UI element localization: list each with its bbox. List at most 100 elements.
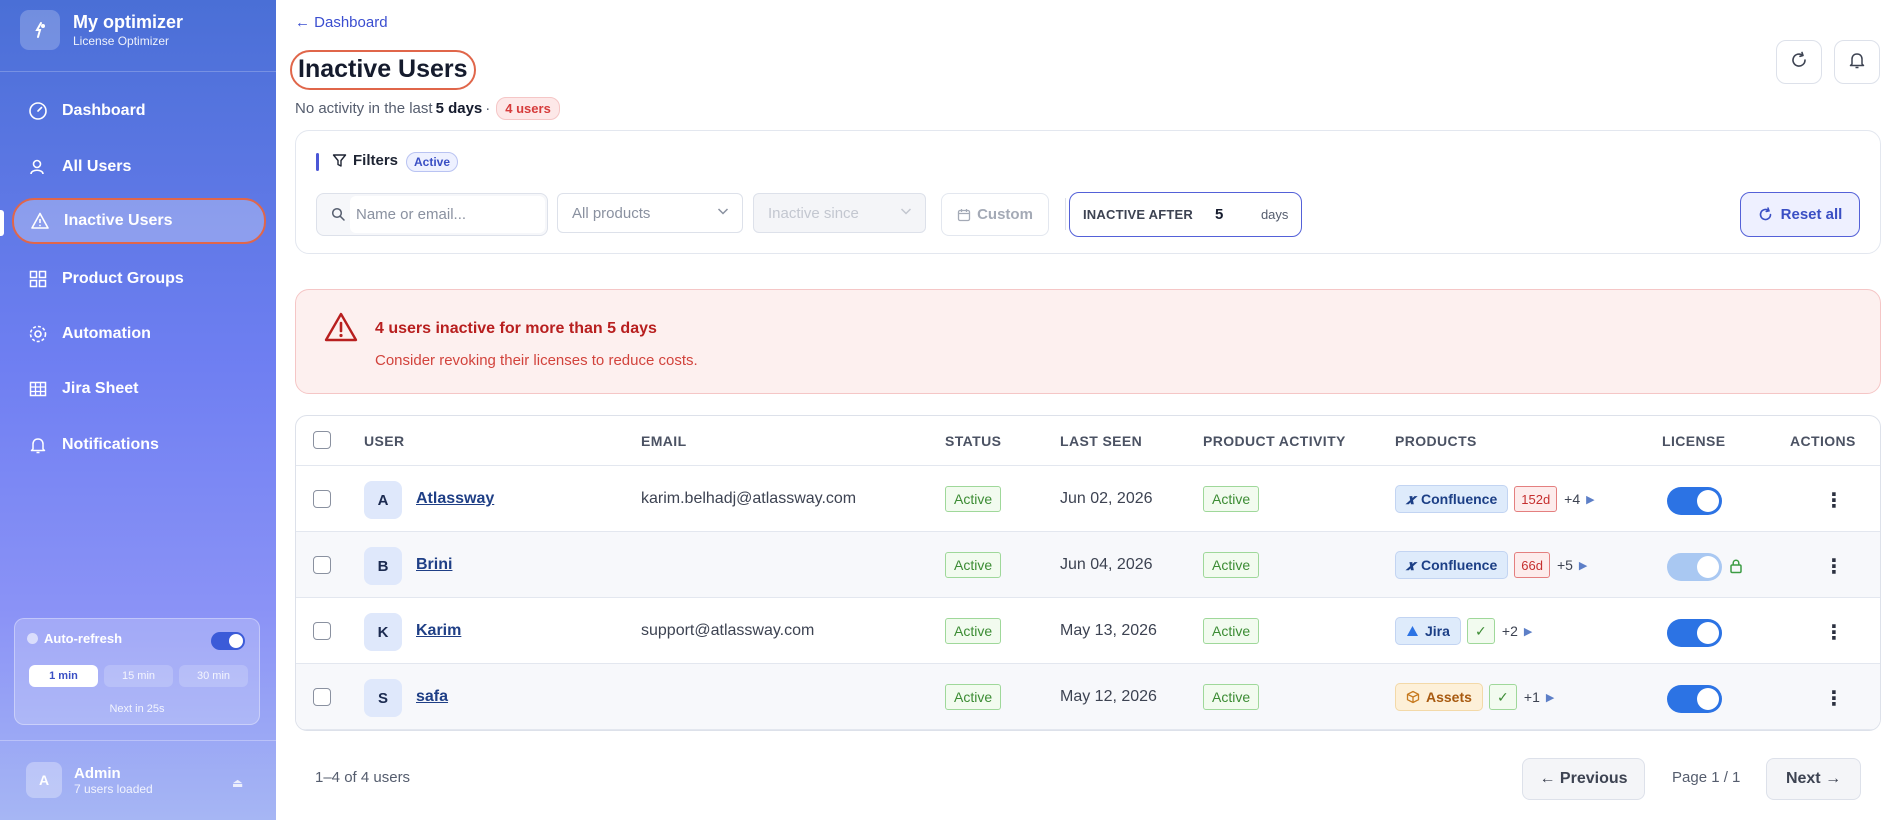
brand[interactable]: My optimizer License Optimizer: [20, 10, 183, 50]
admin-profile[interactable]: A Admin 7 users loaded: [26, 762, 153, 798]
user-name-link[interactable]: Karim: [416, 622, 461, 640]
row-checkbox[interactable]: [313, 490, 331, 508]
previous-page-button[interactable]: ← Previous: [1522, 758, 1645, 800]
sidebar-item-product-groups[interactable]: Product Groups: [12, 256, 266, 302]
page-info: Page 1 / 1: [1672, 769, 1741, 786]
interval-30min-button[interactable]: 30 min: [179, 665, 248, 687]
eject-icon[interactable]: ⏏: [232, 776, 243, 790]
sidebar-item-jira-sheet[interactable]: Jira Sheet: [12, 366, 266, 412]
inactive-after-input[interactable]: 5: [1215, 206, 1261, 223]
assets-icon: [1406, 690, 1420, 704]
grid-icon: [28, 269, 48, 289]
refresh-button[interactable]: [1776, 40, 1822, 84]
sidebar-item-notifications[interactable]: Notifications: [12, 422, 266, 468]
search-icon: [331, 207, 346, 222]
product-chip[interactable]: 𝒙 Confluence: [1395, 485, 1509, 513]
custom-date-button[interactable]: Custom: [941, 193, 1049, 236]
more-products-count[interactable]: +2: [1502, 623, 1518, 639]
row-actions-icon[interactable]: ⋮: [1824, 620, 1844, 645]
last-seen: May 13, 2026: [1060, 622, 1157, 639]
sidebar-item-label: Automation: [62, 325, 151, 342]
products-cell: 𝒙 Confluence 152d +4 ▶: [1395, 485, 1595, 513]
avatar: A: [26, 762, 62, 798]
user-name-link[interactable]: safa: [416, 688, 448, 706]
table-row[interactable]: K Karim support@atlassway.com Active May…: [296, 598, 1880, 664]
more-products-count[interactable]: +5: [1557, 557, 1573, 573]
sidebar-item-dashboard[interactable]: Dashboard: [12, 88, 266, 134]
inactive-since-select[interactable]: Inactive since: [753, 193, 926, 233]
status-badge: Active: [945, 684, 1002, 710]
product-chip[interactable]: 𝒙 Confluence: [1395, 551, 1509, 579]
expand-triangle-icon[interactable]: ▶: [1579, 559, 1587, 572]
sidebar-item-all-users[interactable]: All Users: [12, 144, 266, 190]
row-checkbox[interactable]: [313, 622, 331, 640]
sidebar-item-inactive-users[interactable]: Inactive Users: [12, 198, 266, 244]
column-products[interactable]: PRODUCTS: [1395, 433, 1477, 449]
more-products-count[interactable]: +4: [1564, 491, 1580, 507]
table-row[interactable]: A Atlassway karim.belhadj@atlassway.com …: [296, 466, 1880, 532]
products-cell: Jira ✓ +2 ▶: [1395, 617, 1532, 645]
reset-all-button[interactable]: Reset all: [1740, 192, 1860, 237]
products-cell: Assets ✓ +1 ▶: [1395, 683, 1554, 711]
row-actions-icon[interactable]: ⋮: [1824, 554, 1844, 579]
sidebar-item-label: Product Groups: [62, 270, 184, 287]
sidebar-item-label: Notifications: [62, 436, 159, 453]
row-checkbox[interactable]: [313, 556, 331, 574]
back-to-dashboard-link[interactable]: ← Dashboard: [295, 14, 388, 31]
next-page-button[interactable]: Next →: [1766, 758, 1861, 800]
chevron-down-icon: [899, 204, 913, 222]
product-activity-badge: Active: [1203, 684, 1260, 710]
refresh-icon: [1789, 50, 1809, 75]
inactive-alert: 4 users inactive for more than 5 days Co…: [295, 289, 1881, 394]
interval-1min-button[interactable]: 1 min: [29, 665, 98, 687]
sidebar-item-label: Jira Sheet: [62, 380, 139, 397]
user-email: karim.belhadj@atlassway.com: [641, 490, 857, 507]
license-toggle[interactable]: [1667, 619, 1722, 647]
row-actions-icon[interactable]: ⋮: [1824, 686, 1844, 711]
table-row[interactable]: B Brini Active Jun 04, 2026 Active 𝒙 Conf…: [296, 532, 1880, 598]
row-checkbox[interactable]: [313, 688, 331, 706]
auto-refresh-toggle[interactable]: [211, 632, 245, 650]
filter-icon: [332, 153, 347, 168]
product-chip[interactable]: Jira: [1395, 617, 1461, 645]
products-select[interactable]: All products: [557, 193, 743, 233]
license-toggle[interactable]: [1667, 487, 1722, 515]
active-check-tag: ✓: [1466, 618, 1495, 644]
inactive-after-field[interactable]: INACTIVE AFTER 5 days: [1069, 192, 1302, 237]
column-status[interactable]: STATUS: [945, 433, 1001, 449]
brand-logo-icon: [20, 10, 60, 50]
auto-refresh-panel: Auto-refresh 1 min 15 min 30 min Next in…: [14, 618, 260, 725]
column-last-seen[interactable]: LAST SEEN: [1060, 433, 1142, 449]
expand-triangle-icon[interactable]: ▶: [1586, 493, 1594, 506]
active-check-tag: ✓: [1488, 684, 1517, 710]
reset-icon: [1758, 207, 1773, 222]
expand-triangle-icon[interactable]: ▶: [1546, 691, 1554, 704]
interval-15min-button[interactable]: 15 min: [104, 665, 173, 687]
expand-triangle-icon[interactable]: ▶: [1524, 625, 1532, 638]
column-license[interactable]: LICENSE: [1662, 433, 1725, 449]
more-products-count[interactable]: +1: [1524, 689, 1540, 705]
confluence-icon: 𝒙: [1406, 490, 1416, 507]
column-product-activity[interactable]: PRODUCT ACTIVITY: [1203, 433, 1346, 449]
product-chip[interactable]: Assets: [1395, 683, 1483, 711]
license-toggle[interactable]: [1667, 685, 1722, 713]
user-name-link[interactable]: Brini: [416, 556, 452, 574]
sidebar-item-automation[interactable]: Automation: [12, 311, 266, 357]
bell-icon: [1847, 50, 1867, 75]
search-input[interactable]: Name or email...: [316, 193, 548, 236]
divider: [0, 71, 276, 72]
row-actions-icon[interactable]: ⋮: [1824, 488, 1844, 513]
select-all-checkbox[interactable]: [313, 431, 331, 449]
gear-icon: [28, 324, 48, 344]
notifications-button[interactable]: [1834, 40, 1880, 84]
page-subtitle: No activity in the last 5 days · 4 users: [295, 97, 560, 120]
inactive-after-label: INACTIVE AFTER: [1083, 207, 1193, 222]
column-email[interactable]: EMAIL: [641, 433, 687, 449]
bell-icon: [28, 435, 48, 455]
user-name-link[interactable]: Atlassway: [416, 490, 494, 508]
filters-active-badge: Active: [406, 152, 459, 172]
license-toggle[interactable]: [1667, 553, 1722, 581]
column-user[interactable]: USER: [364, 433, 405, 449]
divider: [1065, 198, 1066, 230]
table-row[interactable]: S safa Active May 12, 2026 Active Assets…: [296, 664, 1880, 730]
